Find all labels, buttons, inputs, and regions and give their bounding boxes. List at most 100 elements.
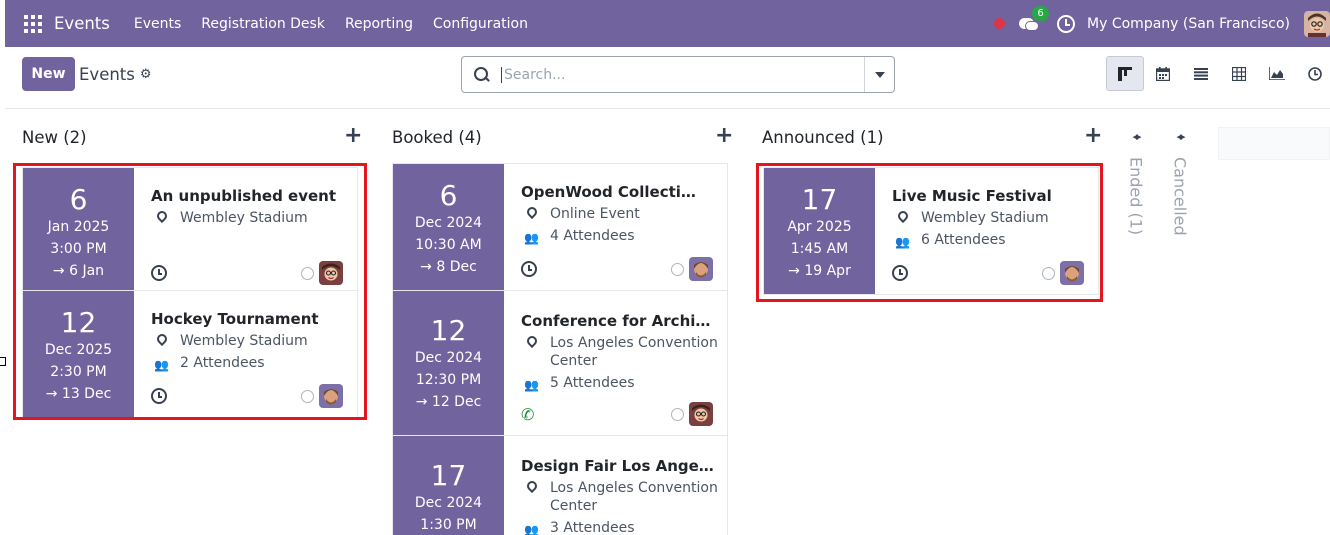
menu-configuration[interactable]: Configuration [433,16,528,32]
add-to-new-plus-icon[interactable]: + [344,123,362,148]
kanban-view-button[interactable] [1106,56,1144,91]
event-card[interactable]: 12 Dec 2025 2:30 PM → 13 Dec Hockey Tour… [22,290,358,418]
event-location-line: Center [550,353,598,369]
event-card[interactable]: 17 Apr 2025 1:45 AM → 19 Apr Live Music … [763,167,1099,295]
recording-indicator-icon[interactable] [994,18,1006,29]
event-title: An unpublished event [151,187,337,205]
company-switcher[interactable]: My Company (San Francisco) [1087,16,1290,32]
calendar-icon [1156,66,1170,81]
event-date-block: 6 Jan 2025 3:00 PM → 6 Jan [23,168,134,294]
event-end-date: → 19 Apr [788,263,851,279]
responsible-avatar[interactable] [319,384,343,408]
event-card[interactable]: 17 Dec 2024 1:30 PM Design Fair Los Ange… [392,435,728,535]
event-time: 1:30 PM [420,517,477,533]
edge-marker [0,357,6,366]
folded-column-cancelled[interactable]: ◂▸ Cancelled [1165,130,1195,236]
responsible-avatar[interactable] [689,402,713,426]
column-header-new[interactable]: New (2) [22,128,87,147]
attendees-icon: 👥 [524,378,539,392]
menu-events[interactable]: Events [134,16,181,32]
messages-count-badge: 6 [1032,5,1050,21]
search-input[interactable] [501,66,861,83]
view-switcher [1106,56,1330,91]
event-time: 3:00 PM [50,241,107,257]
event-card[interactable]: 6 Dec 2024 10:30 AM → 8 Dec OpenWood Col… [392,163,728,291]
search-bar [461,56,895,93]
event-date-block: 12 Dec 2025 2:30 PM → 13 Dec [23,291,134,417]
event-title: Conference for Architects [521,312,717,330]
expand-arrows-icon[interactable]: ◂▸ [1121,130,1151,143]
calendar-view-button[interactable] [1144,56,1182,91]
activity-clock-icon[interactable] [151,265,167,281]
attendees-icon: 👥 [524,523,539,535]
folded-column-ended[interactable]: ◂▸ Ended (1) [1121,130,1151,235]
event-time: 10:30 AM [415,237,482,253]
activities-clock-icon[interactable] [1057,14,1076,33]
activity-clock-icon[interactable] [892,265,908,281]
event-end-date-text: 8 Dec [436,259,477,275]
list-view-button[interactable] [1182,56,1220,91]
gear-icon[interactable]: ⚙ [140,67,152,82]
pivot-view-button[interactable] [1220,56,1258,91]
control-panel: New Events ⚙ [5,47,1330,109]
add-column-placeholder[interactable] [1218,127,1330,160]
expand-arrows-icon[interactable]: ◂▸ [1165,130,1195,143]
event-time: 1:45 AM [790,241,849,257]
app-title[interactable]: Events [54,14,110,33]
main-menu: Events Registration Desk Reporting Confi… [134,16,548,32]
column-header-announced[interactable]: Announced (1) [762,128,884,147]
kanban-state-dot[interactable] [301,266,314,280]
event-date-block: 6 Dec 2024 10:30 AM → 8 Dec [393,164,504,290]
event-month-year: Apr 2025 [787,219,852,235]
user-avatar[interactable] [1304,10,1330,37]
column-header-booked[interactable]: Booked (4) [392,128,482,147]
menu-registration-desk[interactable]: Registration Desk [201,16,325,32]
graph-view-button[interactable] [1258,56,1296,91]
add-to-announced-plus-icon[interactable]: + [1084,123,1102,148]
map-marker-icon [524,333,539,349]
event-location: Wembley Stadium [180,333,308,349]
activity-view-button[interactable] [1296,56,1330,91]
kanban-state-dot[interactable] [671,262,684,276]
event-end-date: → 13 Dec [45,386,112,402]
event-card[interactable]: 6 Jan 2025 3:00 PM → 6 Jan An unpublishe… [22,167,358,295]
event-end-date-text: 19 Apr [804,263,851,279]
kanban-board: New (2) + 6 Jan 2025 3:00 PM → 6 Jan An … [0,110,1330,535]
kanban-state-dot[interactable] [671,407,684,421]
event-card[interactable]: 12 Dec 2024 12:30 PM → 12 Dec Conference… [392,290,728,436]
activity-clock-icon[interactable] [521,261,537,277]
event-title: Design Fair Los Angeles [521,457,717,475]
folded-column-label: Cancelled [1170,157,1190,236]
responsible-avatar[interactable] [1060,261,1084,285]
event-location: Los Angeles Convention Center [550,334,718,370]
event-time: 12:30 PM [415,372,482,388]
kanban-state-dot[interactable] [1042,266,1055,280]
search-icon [474,67,489,82]
event-month-year: Dec 2024 [414,215,483,231]
new-button[interactable]: New [22,57,75,91]
kanban-state-dot[interactable] [301,389,314,403]
activity-clock-icon[interactable] [151,388,167,404]
menu-reporting[interactable]: Reporting [345,16,413,32]
attendees-icon: 👥 [154,358,169,372]
event-day: 17 [430,459,467,492]
apps-menu-icon[interactable] [24,14,42,33]
add-to-booked-plus-icon[interactable]: + [715,123,733,148]
phone-icon[interactable]: ✆ [521,405,534,424]
event-location-line: Los Angeles Convention [550,335,718,351]
responsible-avatar[interactable] [689,257,713,281]
event-location-line: Los Angeles Convention [550,480,718,496]
event-month-year: Dec 2025 [44,342,113,358]
map-marker-icon [154,331,169,347]
responsible-avatar[interactable] [319,261,343,285]
event-end-date: → 12 Dec [415,394,482,410]
event-title: OpenWood Collection Online Reveal [521,183,706,201]
list-icon [1194,67,1208,80]
event-day: 6 [69,183,88,216]
event-time: 2:30 PM [50,364,107,380]
event-end-date-text: 13 Dec [61,386,112,402]
event-attendees: 5 Attendees [550,375,635,391]
search-options-toggle[interactable] [864,57,894,92]
event-attendees: 2 Attendees [180,355,265,371]
messages-icon[interactable]: 6 [1019,5,1050,33]
